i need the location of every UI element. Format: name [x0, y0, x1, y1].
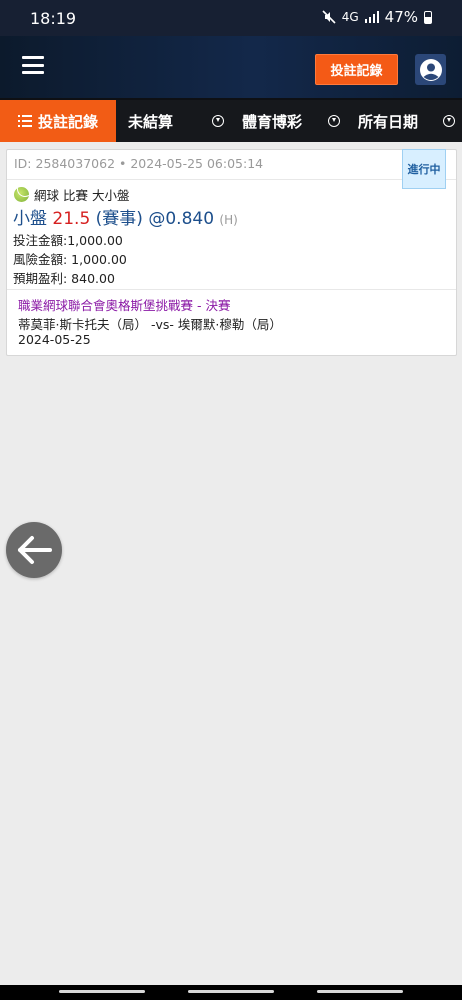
- tab-label: 所有日期: [358, 112, 419, 131]
- tab-more[interactable]: [443, 100, 455, 142]
- nav-home[interactable]: [188, 990, 274, 993]
- league: 職業網球聯合會奧格斯堡挑戰賽 - 決賽: [18, 298, 231, 313]
- app-header: 投註記錄: [0, 36, 462, 98]
- dropdown-icon: [443, 115, 455, 127]
- tennis-ball-icon: [14, 187, 29, 202]
- bet-card[interactable]: ID: 2584037062 • 2024-05-25 06:05:14 進行中…: [6, 149, 457, 356]
- network-type: 4G: [341, 10, 359, 24]
- tab-sports-betting[interactable]: 體育博彩: [212, 100, 302, 142]
- menu-icon[interactable]: [22, 56, 44, 74]
- match-date: 2024-05-25: [18, 332, 91, 347]
- sport-text: 網球 比賽 大小盤: [34, 188, 130, 203]
- battery-icon: [424, 10, 432, 24]
- handicap: 21.5: [52, 209, 91, 229]
- tab-label: 未結算: [128, 112, 174, 131]
- nav-recents[interactable]: [59, 990, 145, 993]
- mute-icon: [322, 10, 336, 24]
- tab-bet-records[interactable]: 投註記錄: [0, 100, 116, 142]
- status-bar: 18:19 4G 47%: [0, 0, 462, 36]
- selection: 小盤: [13, 209, 47, 229]
- match: 蒂莫菲·斯卡托夫（局） -vs- 埃爾默·穆勒（局）: [18, 317, 282, 332]
- status-badge: 進行中: [402, 149, 446, 189]
- nav-back[interactable]: [317, 990, 403, 993]
- account-button[interactable]: [415, 54, 446, 85]
- tab-all-dates[interactable]: 所有日期: [328, 100, 418, 142]
- expected-win: 預期盈利: 840.00: [13, 271, 115, 286]
- bet-id: ID: 2584037062 • 2024-05-25 06:05:14: [14, 156, 264, 171]
- tab-bar: 投註記錄 未結算 體育博彩 所有日期: [0, 98, 462, 142]
- bet-card-header: ID: 2584037062 • 2024-05-25 06:05:14: [7, 150, 456, 180]
- account-icon: [419, 58, 442, 81]
- odds: @0.840: [148, 209, 215, 229]
- selection-line: 小盤 21.5 (賽事) @0.840 (H): [13, 204, 238, 229]
- divider: [7, 289, 456, 290]
- tab-label: 體育博彩: [242, 112, 303, 131]
- back-button[interactable]: [6, 522, 62, 578]
- battery-percent: 47%: [384, 8, 418, 26]
- sport-line: 網球 比賽 大小盤: [14, 185, 129, 204]
- status-icons: 4G 47%: [322, 8, 432, 26]
- dropdown-icon: [328, 115, 340, 127]
- list-icon: [17, 115, 32, 127]
- risk-amount: 風險金額: 1,000.00: [13, 252, 127, 267]
- tab-label: 投註記錄: [37, 112, 98, 131]
- status-time: 18:19: [30, 9, 77, 28]
- period: (賽事): [95, 209, 143, 229]
- stake: 投注金額:1,000.00: [13, 233, 123, 248]
- tab-unsettled[interactable]: 未結算: [128, 100, 173, 142]
- dropdown-icon: [212, 115, 224, 127]
- back-arrow-icon: [18, 536, 52, 564]
- odds-type: (H): [219, 213, 238, 227]
- system-nav-bar: [0, 985, 462, 1000]
- signal-icon: [364, 11, 379, 23]
- bet-record-button[interactable]: 投註記錄: [315, 54, 398, 85]
